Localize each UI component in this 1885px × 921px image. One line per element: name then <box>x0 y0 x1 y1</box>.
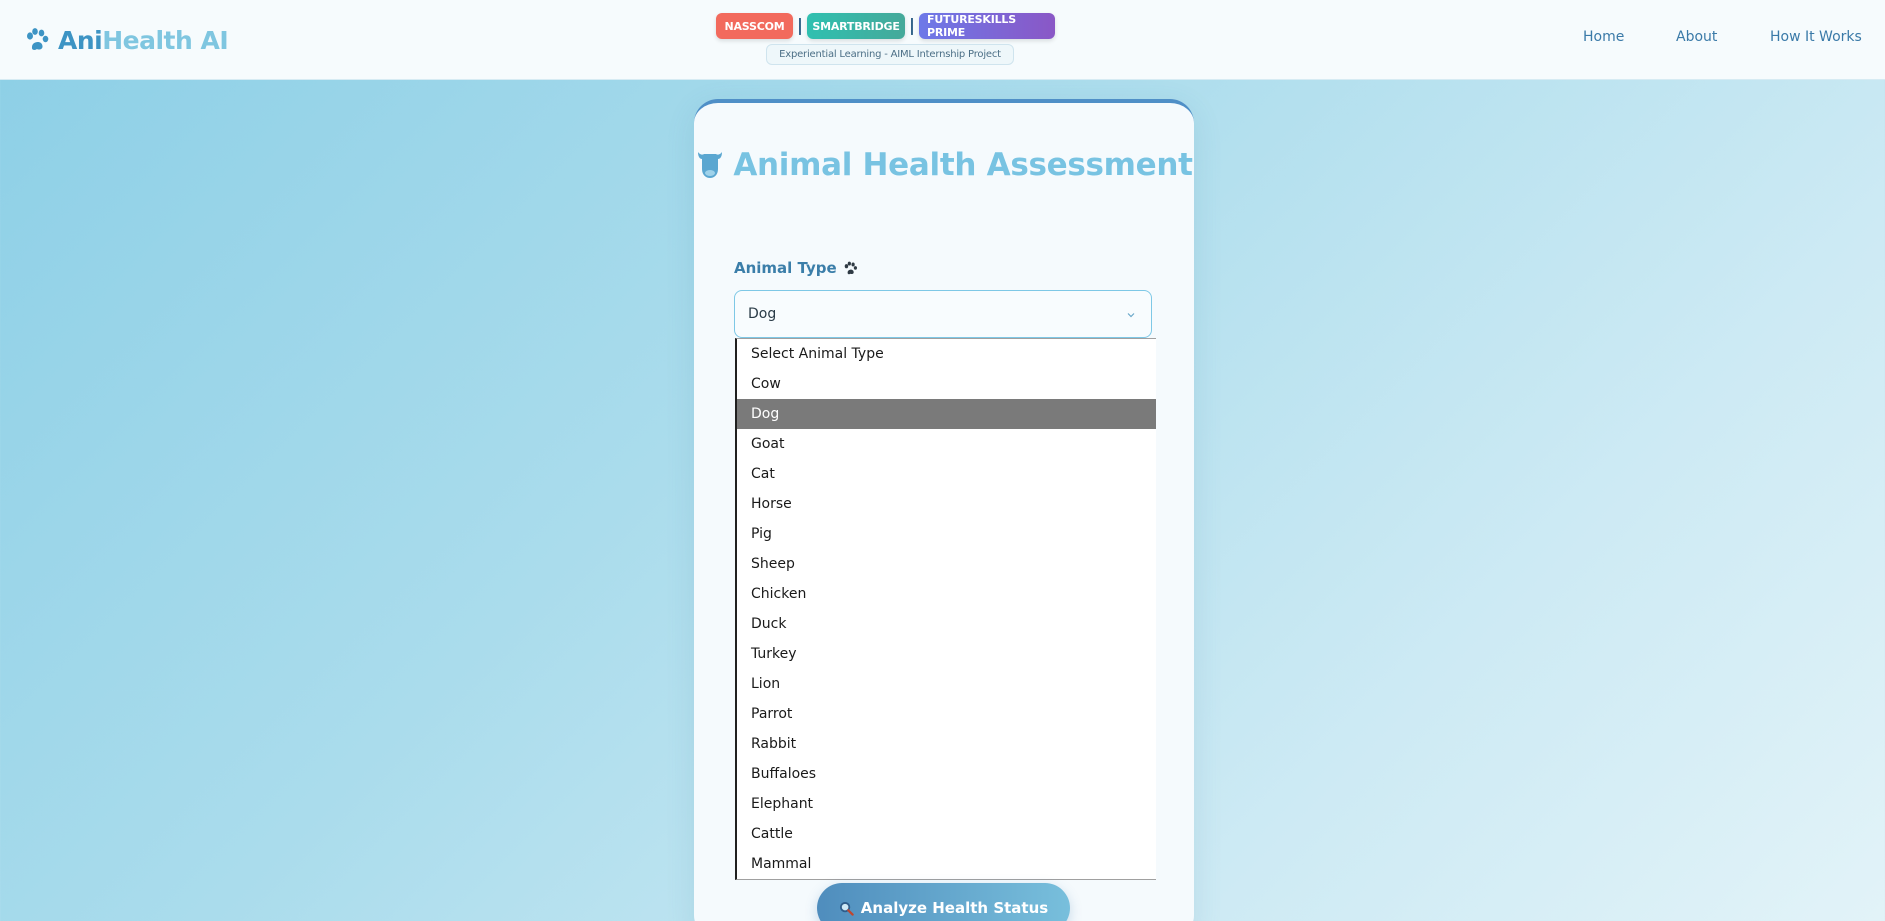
animal-option-dog[interactable]: Dog <box>737 399 1156 429</box>
project-subtitle: Experiential Learning - AIML Internship … <box>766 44 1014 65</box>
analyze-health-button[interactable]: Analyze Health Status <box>817 883 1070 921</box>
animal-option-mammal[interactable]: Mammal <box>737 849 1156 879</box>
animal-option-cattle[interactable]: Cattle <box>737 819 1156 849</box>
brand-logo[interactable]: AniHealth AI <box>24 22 229 58</box>
nav-home-link[interactable]: Home <box>1583 29 1624 49</box>
analyze-button-label: Analyze Health Status <box>860 899 1049 917</box>
nav-about-link[interactable]: About <box>1676 29 1717 49</box>
top-navbar: AniHealth AI NASSCOM | SMARTBRIDGE | FUT… <box>0 0 1885 80</box>
animal-type-selected-value: Dog <box>748 306 777 322</box>
animal-type-dropdown-list: Select Animal Type Cow Dog Goat Cat Horse Pig S… <box>735 338 1156 880</box>
futureskills-badge: FUTURESKILLS PRIME <box>919 13 1055 39</box>
animal-option-horse[interactable]: Horse <box>737 489 1156 519</box>
animal-type-label-text: Animal Type <box>734 259 837 277</box>
magnifier-icon <box>839 901 854 916</box>
animal-option-sheep[interactable]: Sheep <box>737 549 1156 579</box>
animal-type-select[interactable]: Dog <box>734 290 1152 338</box>
paw-icon <box>844 261 857 274</box>
animal-option-lion[interactable]: Lion <box>737 669 1156 699</box>
smartbridge-badge: SMARTBRIDGE <box>807 13 905 39</box>
badge-separator: | <box>796 16 804 36</box>
animal-type-label: Animal Type <box>734 258 858 278</box>
animal-option-parrot[interactable]: Parrot <box>737 699 1156 729</box>
card-title-block: Animal Health Assessment <box>694 143 1194 187</box>
brand-name-part2: Health AI <box>102 25 229 55</box>
animal-option-turkey[interactable]: Turkey <box>737 639 1156 669</box>
brand-name-part1: Ani <box>58 25 103 55</box>
badge-separator: | <box>908 16 916 36</box>
brand-name: AniHealth AI <box>58 25 229 55</box>
animal-option-duck[interactable]: Duck <box>737 609 1156 639</box>
partner-badges: NASSCOM | SMARTBRIDGE | FUTURESKILLS PRI… <box>716 13 1055 39</box>
animal-option-cow[interactable]: Cow <box>737 369 1156 399</box>
animal-option-chicken[interactable]: Chicken <box>737 579 1156 609</box>
animal-option-goat[interactable]: Goat <box>737 429 1156 459</box>
chevron-down-icon <box>1127 313 1135 318</box>
animal-option-cat[interactable]: Cat <box>737 459 1156 489</box>
cow-icon <box>698 152 723 178</box>
nav-how-it-works-link[interactable]: How It Works <box>1770 29 1862 49</box>
animal-option-pig[interactable]: Pig <box>737 519 1156 549</box>
animal-option-rabbit[interactable]: Rabbit <box>737 729 1156 759</box>
nasscom-badge: NASSCOM <box>716 13 793 39</box>
animal-option-elephant[interactable]: Elephant <box>737 789 1156 819</box>
animal-option-buffaloes[interactable]: Buffaloes <box>737 759 1156 789</box>
animal-option-select-animal-type[interactable]: Select Animal Type <box>737 339 1156 369</box>
card-title: Animal Health Assessment <box>733 147 1193 183</box>
paw-icon <box>27 28 49 50</box>
